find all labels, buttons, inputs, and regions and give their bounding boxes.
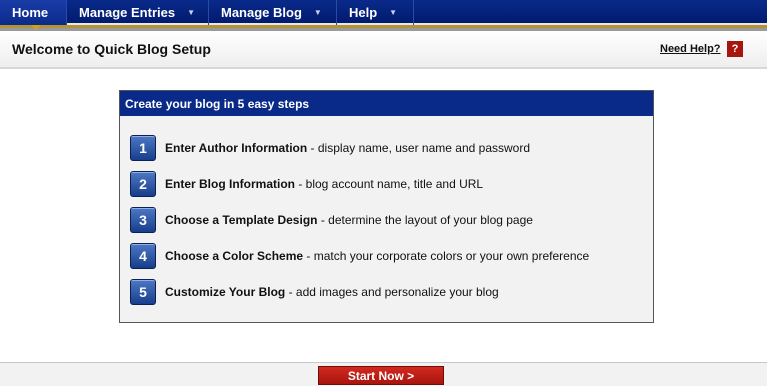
step-description: - display name, user name and password [307, 140, 530, 155]
list-item: 3 Choose a Template Design - determine t… [130, 206, 533, 233]
nav-item-help-label: Help [349, 5, 378, 20]
list-item: 5 Customize Your Blog - add images and p… [130, 278, 499, 305]
active-tab-marker-icon [31, 25, 41, 30]
step-title: Enter Blog Information [165, 176, 295, 191]
nav-item-manage-entries[interactable]: Manage Entries ▼ [67, 0, 207, 25]
nav-item-home[interactable]: Home [0, 0, 66, 25]
chevron-down-icon: ▼ [313, 8, 322, 17]
step-title: Choose a Color Scheme [165, 248, 304, 263]
step-number-badge: 2 [130, 170, 156, 197]
step-number-badge: 1 [130, 134, 156, 161]
page-title: Welcome to Quick Blog Setup [12, 41, 211, 57]
step-title: Enter Author Information [165, 140, 308, 155]
step-text: Enter Blog Information - blog account na… [165, 177, 483, 191]
nav-item-home-label: Home [12, 5, 49, 20]
chevron-down-icon: ▼ [187, 8, 196, 17]
need-help-link[interactable]: Need Help? [660, 43, 721, 55]
step-text: Enter Author Information - display name,… [165, 141, 530, 155]
nav-divider [413, 0, 414, 25]
step-number-badge: 5 [130, 278, 156, 305]
start-now-button[interactable]: Start Now > [318, 366, 444, 385]
top-nav: Home Manage Entries ▼ Manage Blog ▼ Help… [0, 0, 767, 25]
step-number-badge: 3 [130, 206, 156, 233]
chevron-down-icon: ▼ [389, 8, 398, 17]
step-description: - match your corporate colors or your ow… [303, 248, 590, 263]
step-text: Customize Your Blog - add images and per… [165, 285, 499, 299]
nav-item-manage-blog[interactable]: Manage Blog ▼ [209, 0, 336, 25]
step-text: Choose a Color Scheme - match your corpo… [165, 249, 589, 263]
step-description: - blog account name, title and URL [295, 176, 484, 191]
step-title: Customize Your Blog [165, 284, 286, 299]
step-description: - add images and personalize your blog [285, 284, 499, 299]
steps-heading: Create your blog in 5 easy steps [120, 91, 653, 116]
step-description: - determine the layout of your blog page [317, 212, 533, 227]
nav-item-manage-blog-label: Manage Blog [221, 5, 302, 20]
list-item: 1 Enter Author Information - display nam… [130, 134, 530, 161]
step-number-badge: 4 [130, 242, 156, 269]
nav-item-manage-entries-label: Manage Entries [79, 5, 176, 20]
setup-steps-panel: Create your blog in 5 easy steps 1 Enter… [119, 90, 654, 323]
page-header: Welcome to Quick Blog Setup Need Help? ? [0, 31, 767, 69]
list-item: 4 Choose a Color Scheme - match your cor… [130, 242, 589, 269]
nav-item-help[interactable]: Help ▼ [337, 0, 413, 25]
list-item: 2 Enter Blog Information - blog account … [130, 170, 483, 197]
step-text: Choose a Template Design - determine the… [165, 213, 533, 227]
help-icon[interactable]: ? [727, 41, 743, 57]
step-title: Choose a Template Design [165, 212, 318, 227]
